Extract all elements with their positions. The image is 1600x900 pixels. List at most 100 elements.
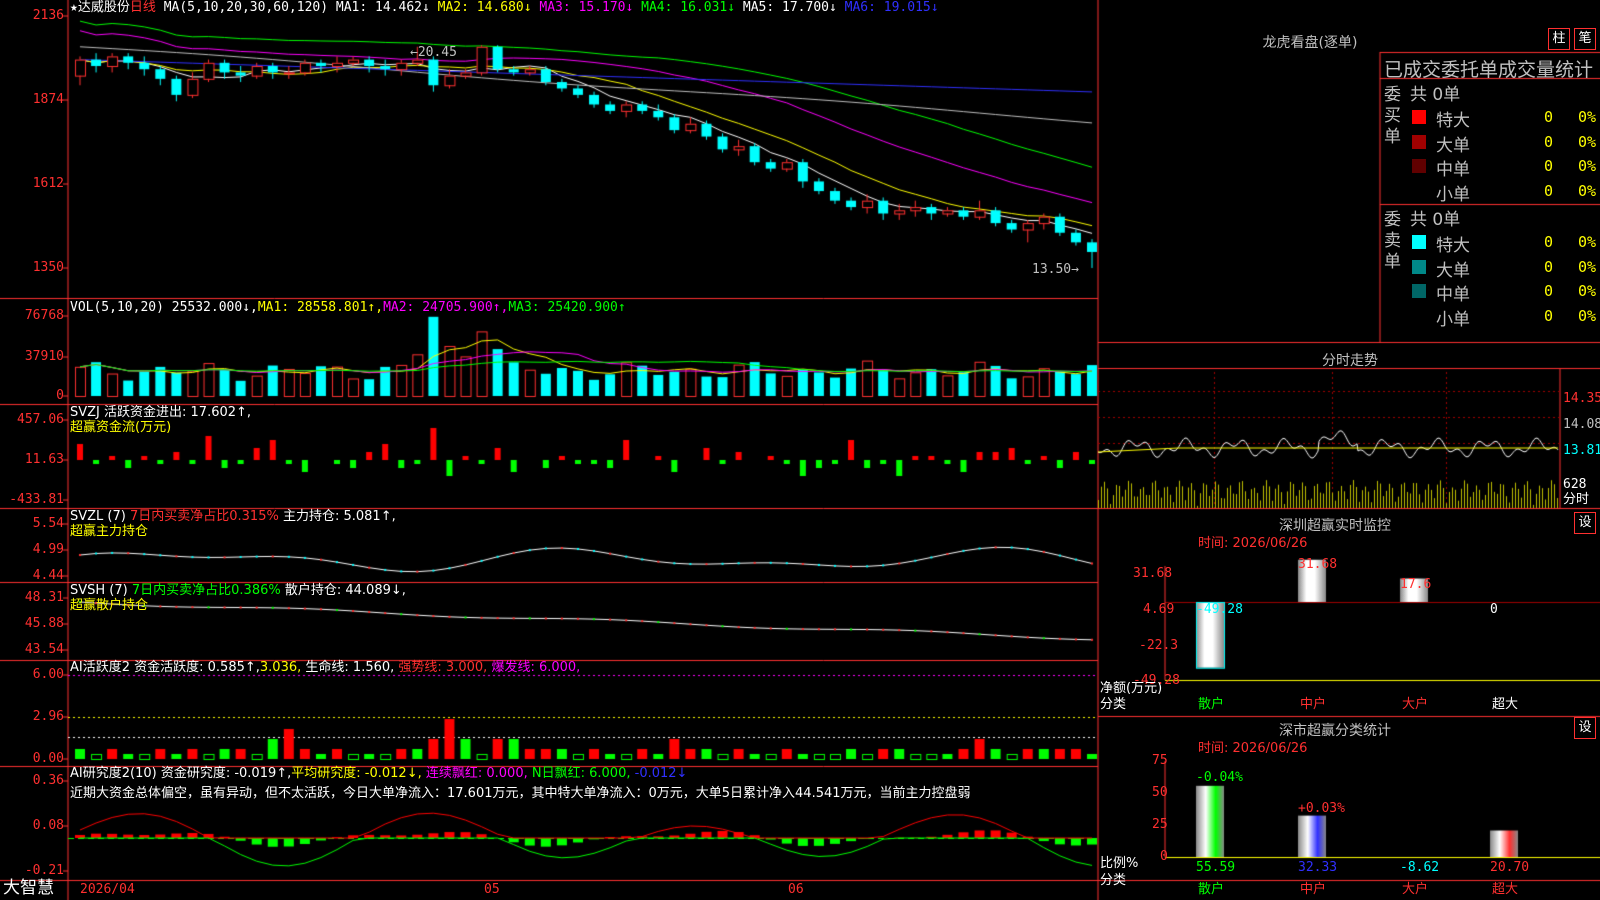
favorite-star-icon[interactable]: ★ — [70, 0, 78, 15]
buy-side-label: 委买单 — [1384, 85, 1401, 147]
sz-stats-category: 散户 — [1198, 882, 1225, 897]
sell-color-swatch — [1412, 259, 1426, 274]
ai1-axis-2: 2.96 — [32, 709, 64, 724]
ai2-axis-3: -0.21 — [24, 863, 64, 878]
stock-name[interactable]: 达威股份 — [78, 0, 130, 15]
sz-monitor-bar-label: 31.68 — [1298, 557, 1338, 572]
ma3-value: MA3: 15.170↓ — [539, 0, 634, 15]
buy-row-name: 小单 — [1436, 184, 1470, 205]
sz-stats-ylabel: 比例% — [1100, 856, 1139, 871]
lhp-tabs[interactable]: 已成交委托单成交量统计 — [1384, 55, 1593, 82]
sz-stats-category: 超大 — [1492, 882, 1519, 897]
sz-stats-xlabel: 分类 — [1100, 873, 1127, 888]
tick-mode-button[interactable]: 笔 — [1574, 28, 1596, 50]
sell-row-count: 0 — [1544, 306, 1554, 325]
sz-monitor-settings-button[interactable]: 设 — [1574, 512, 1596, 534]
sz-stats-time: 时间: 2026/06/26 — [1198, 741, 1308, 756]
sell-color-swatch — [1412, 235, 1426, 249]
buy-row-name: 中单 — [1436, 160, 1470, 180]
sz-monitor-category: 超大 — [1492, 697, 1519, 712]
sell-row-name: 小单 — [1436, 309, 1470, 330]
ma1-value: MA1: 14.462↓ — [335, 0, 430, 15]
sz-stats-axis-2: 50 — [1152, 785, 1168, 800]
sz-stats-value: -8.62 — [1400, 860, 1440, 875]
ma5-value: MA5: 17.700↓ — [742, 0, 837, 15]
sz-monitor-category: 中户 — [1300, 697, 1327, 712]
ai2-axis-2: 0.08 — [32, 818, 64, 833]
sell-row-pct: 0% — [1578, 306, 1597, 325]
buy-row-count: 0 — [1544, 132, 1554, 151]
svzl-axis-1: 5.54 — [32, 516, 64, 531]
buy-total: 共 0单 — [1410, 85, 1461, 105]
sell-row-count: 0 — [1544, 282, 1554, 300]
svzj-axis-3: -433.81 — [9, 492, 64, 507]
low-price-mark: 13.50→ — [1032, 262, 1079, 277]
price-axis-3: 1612 — [32, 176, 64, 191]
sell-color-swatch — [1412, 308, 1426, 323]
svzj-axis-2: 11.63 — [24, 452, 64, 467]
intraday-title: 分时走势 — [1322, 353, 1378, 369]
buy-row-pct: 0% — [1578, 108, 1597, 126]
buy-row-name: 大单 — [1436, 135, 1470, 156]
sz-stats-category: 大户 — [1402, 882, 1429, 897]
bar-mode-button[interactable]: 柱 — [1548, 28, 1570, 50]
intraday-axis-4: 628 — [1563, 477, 1587, 492]
date-label-3: 06 — [788, 882, 804, 897]
sz-monitor-bar-label: 0 — [1490, 602, 1498, 617]
main-chart-canvas[interactable] — [0, 0, 1600, 900]
sell-row-count: 0 — [1544, 233, 1554, 251]
intraday-axis-5: 分时 — [1563, 492, 1590, 507]
period-label[interactable]: 日线 — [130, 0, 156, 15]
sz-monitor-bar-label: 17.6 — [1400, 577, 1432, 592]
sz-monitor-axis-3: -22.3 — [1139, 638, 1179, 653]
buy-row-count: 0 — [1544, 108, 1554, 126]
buy-row-count: 0 — [1544, 157, 1554, 175]
vol-axis-2: 37910 — [24, 349, 64, 364]
ma4-value: MA4: 16.031↓ — [641, 0, 736, 15]
sz-stats-value: 55.59 — [1196, 860, 1236, 875]
sz-monitor-axis-1: 31.68 — [1133, 566, 1173, 581]
sz-monitor-xlabel: 分类 — [1100, 697, 1127, 712]
svzl-sub: 超赢主力持仓 — [70, 524, 149, 539]
ai1-axis-1: 6.00 — [32, 667, 64, 682]
intraday-axis-3: 13.81 — [1563, 443, 1600, 458]
price-axis-1: 2136 — [32, 8, 64, 23]
brand-logo: 大智慧 — [3, 878, 54, 898]
buy-row-pct: 0% — [1578, 157, 1597, 175]
sell-row-pct: 0% — [1578, 282, 1597, 300]
svsh-sub: 超赢散户持仓 — [70, 598, 149, 613]
sz-monitor-category: 大户 — [1402, 697, 1429, 712]
svzl-header: SVZL (7) 7日内买卖净占比0.315% 主力持仓: 5.081↑, — [70, 509, 396, 524]
sz-stats-value: 32.33 — [1298, 860, 1338, 875]
ma-params: MA(5,10,20,30,60,120) — [163, 0, 329, 15]
sz-stats-axis-3: 25 — [1152, 817, 1168, 832]
sell-row-name: 中单 — [1436, 285, 1470, 305]
buy-row-pct: 0% — [1578, 132, 1597, 151]
ma2-value: MA2: 14.680↓ — [437, 0, 532, 15]
sz-monitor-ylabel: 净额(万元) — [1100, 681, 1163, 696]
price-axis-2: 1874 — [32, 92, 64, 107]
vol-header: VOL(5,10,20) 25532.000↓,MA1: 28558.801↑,… — [70, 300, 626, 315]
buy-color-swatch — [1412, 134, 1426, 149]
sz-stats-axis-4: 0 — [1160, 849, 1168, 864]
buy-color-swatch — [1412, 159, 1426, 173]
svzj-header: SVZJ 活跃资金进出: 17.602↑, — [70, 405, 252, 420]
ai1-header: AI活跃度2 资金活跃度: 0.585↑,3.036, 生命线: 1.560, … — [70, 660, 581, 675]
intraday-axis-1: 14.35 — [1563, 391, 1600, 406]
sz-monitor-time: 时间: 2026/06/26 — [1198, 536, 1308, 551]
sz-stats-value: 20.70 — [1490, 860, 1530, 875]
price-axis-4: 1350 — [32, 260, 64, 275]
sell-row-count: 0 — [1544, 257, 1554, 276]
svsh-header: SVSH (7) 7日内买卖净占比0.386% 散户持仓: 44.089↓, — [70, 583, 406, 598]
ai2-header: AI研究度2(10) 资金研究度: -0.019↑,平均研究度: -0.012↓… — [70, 766, 688, 781]
sz-monitor-category: 散户 — [1198, 697, 1225, 712]
sz-monitor-axis-2: 4.69 — [1143, 602, 1175, 617]
sz-stats-settings-button[interactable]: 设 — [1574, 717, 1596, 739]
svzl-axis-3: 4.44 — [32, 568, 64, 583]
sz-monitor-title: 深圳超赢实时监控 — [1279, 518, 1391, 534]
sell-side-label: 委卖单 — [1384, 210, 1401, 272]
ai2-axis-1: 0.36 — [32, 773, 64, 788]
svzl-axis-2: 4.99 — [32, 542, 64, 557]
date-label-1: 2026/04 — [80, 882, 135, 897]
buy-color-swatch — [1412, 183, 1426, 198]
